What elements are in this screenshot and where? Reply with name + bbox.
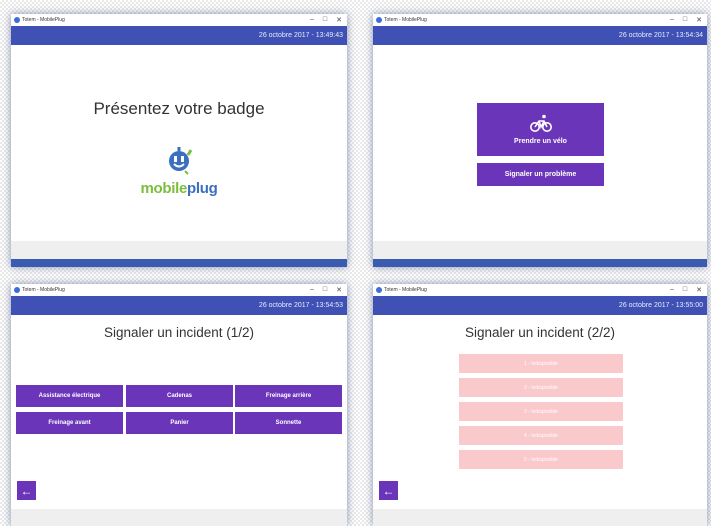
option-freinage-avant[interactable]: Freinage avant xyxy=(16,412,123,434)
app-icon xyxy=(376,287,382,293)
content-area: Signaler un incident (1/2) Assistance él… xyxy=(11,315,347,509)
footer-bar xyxy=(373,241,707,259)
content-area: Signaler un incident (2/2) 1 - Indisponi… xyxy=(373,315,707,509)
close-icon[interactable]: ✕ xyxy=(696,16,702,24)
back-button[interactable]: ← xyxy=(17,481,36,500)
window-menu: Totem - MobilePlug – □ ✕ 26 octobre 2017… xyxy=(373,14,707,267)
take-bike-label: Prendre un vélo xyxy=(514,138,567,145)
minimize-icon[interactable]: – xyxy=(310,286,314,294)
window-badge: Totem - MobilePlug – □ ✕ 26 octobre 2017… xyxy=(11,14,347,267)
option-freinage-arriere[interactable]: Freinage arrière xyxy=(235,385,342,407)
content-area: Prendre un vélo Signaler un problème xyxy=(373,45,707,241)
footer-bar xyxy=(11,509,347,526)
slot-5-unavailable[interactable]: 5 - Indisponible xyxy=(459,450,623,469)
title-bar: Totem - MobilePlug – □ ✕ xyxy=(11,14,347,26)
page-title: Signaler un incident (2/2) xyxy=(464,325,616,340)
option-panier[interactable]: Panier xyxy=(126,412,233,434)
take-bike-button[interactable]: Prendre un vélo xyxy=(477,103,604,156)
back-button[interactable]: ← xyxy=(379,481,398,500)
logo-text-mobile: mobile xyxy=(140,180,188,197)
option-cadenas[interactable]: Cadenas xyxy=(126,385,233,407)
window-title: Totem - MobilePlug xyxy=(384,287,427,293)
datetime: 26 octobre 2017 - 13:54:53 xyxy=(258,302,343,309)
maximize-icon[interactable]: □ xyxy=(323,286,327,294)
slot-2-unavailable[interactable]: 2 - Indisponible xyxy=(459,378,623,397)
window-title: Totem - MobilePlug xyxy=(384,17,427,23)
report-problem-label: Signaler un problème xyxy=(504,171,577,178)
option-sonnette[interactable]: Sonnette xyxy=(235,412,342,434)
footer-bar xyxy=(373,509,707,526)
logo-text-plug: plug xyxy=(187,180,218,197)
close-icon[interactable]: ✕ xyxy=(696,286,702,294)
datetime: 26 octobre 2017 - 13:55:00 xyxy=(618,302,703,309)
title-bar: Totem - MobilePlug – □ ✕ xyxy=(11,284,347,296)
app-header: 26 octobre 2017 - 13:54:34 xyxy=(373,26,707,45)
close-icon[interactable]: ✕ xyxy=(336,286,342,294)
option-assistance-electrique[interactable]: Assistance électrique xyxy=(16,385,123,407)
arrow-left-icon: ← xyxy=(20,483,33,498)
slot-4-unavailable[interactable]: 4 - Indisponible xyxy=(459,426,623,445)
maximize-icon[interactable]: □ xyxy=(323,16,327,24)
app-icon xyxy=(14,287,20,293)
minimize-icon[interactable]: – xyxy=(670,286,674,294)
slot-1-unavailable[interactable]: 1 - Indisponible xyxy=(459,354,623,373)
mobileplug-logo: mobileplug xyxy=(11,147,347,197)
app-header: 26 octobre 2017 - 13:55:00 xyxy=(373,296,707,315)
app-icon xyxy=(14,17,20,23)
footer-bar xyxy=(11,241,347,259)
datetime: 26 octobre 2017 - 13:54:34 xyxy=(618,32,703,39)
plug-icon xyxy=(169,147,193,175)
title-bar: Totem - MobilePlug – □ ✕ xyxy=(373,284,707,296)
report-problem-button[interactable]: Signaler un problème xyxy=(477,163,604,186)
app-header: 26 octobre 2017 - 13:49:43 xyxy=(11,26,347,45)
window-title: Totem - MobilePlug xyxy=(22,287,65,293)
app-icon xyxy=(376,17,382,23)
window-title: Totem - MobilePlug xyxy=(22,17,65,23)
slot-3-unavailable[interactable]: 3 - Indisponible xyxy=(459,402,623,421)
datetime: 26 octobre 2017 - 13:49:43 xyxy=(258,32,343,39)
minimize-icon[interactable]: – xyxy=(310,16,314,24)
maximize-icon[interactable]: □ xyxy=(683,286,687,294)
close-icon[interactable]: ✕ xyxy=(336,16,342,24)
maximize-icon[interactable]: □ xyxy=(683,16,687,24)
page-title: Présentez votre badge xyxy=(93,99,265,118)
window-incident-1: Totem - MobilePlug – □ ✕ 26 octobre 2017… xyxy=(11,284,347,526)
title-bar: Totem - MobilePlug – □ ✕ xyxy=(373,14,707,26)
app-header: 26 octobre 2017 - 13:54:53 xyxy=(11,296,347,315)
window-incident-2: Totem - MobilePlug – □ ✕ 26 octobre 2017… xyxy=(373,284,707,526)
bicycle-icon xyxy=(529,114,552,132)
page-title: Signaler un incident (1/2) xyxy=(103,325,255,340)
content-area: Présentez votre badge mobileplug xyxy=(11,45,347,241)
minimize-icon[interactable]: – xyxy=(670,16,674,24)
logo-wordmark: mobileplug xyxy=(11,180,347,197)
arrow-left-icon: ← xyxy=(382,483,395,498)
